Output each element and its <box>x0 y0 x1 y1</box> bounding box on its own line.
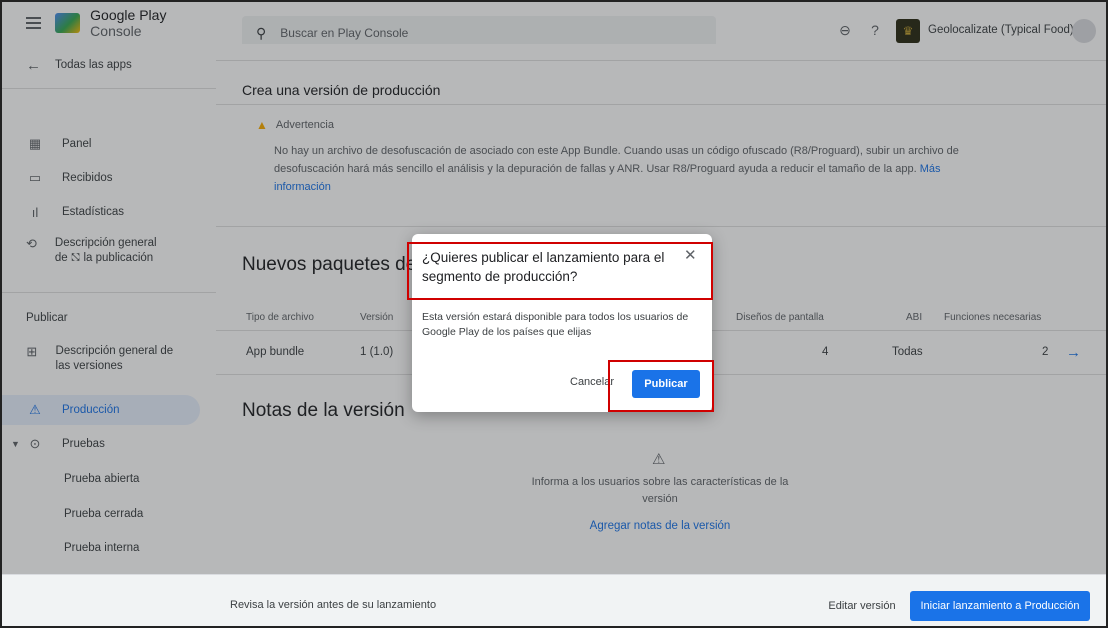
dialog-title: ¿Quieres publicar el lanzamiento para el… <box>422 250 665 284</box>
publish-button[interactable]: Publicar <box>632 370 700 398</box>
edit-release-button[interactable]: Editar versión <box>822 593 902 619</box>
publish-confirm-dialog: ¿Quieres publicar el lanzamiento para el… <box>412 234 712 412</box>
bottom-bar: Revisa la versión antes de su lanzamient… <box>2 574 1106 626</box>
play-console-window: Google Play Console ← Todas las apps ▦ P… <box>0 0 1108 628</box>
start-rollout-button[interactable]: Iniciar lanzamiento a Producción <box>910 591 1090 621</box>
close-icon[interactable]: ✕ <box>684 246 697 264</box>
cancel-button[interactable]: Cancelar <box>570 376 614 388</box>
review-text: Revisa la versión antes de su lanzamient… <box>230 599 437 611</box>
dialog-body: Esta versión estará disponible para todo… <box>422 311 689 338</box>
